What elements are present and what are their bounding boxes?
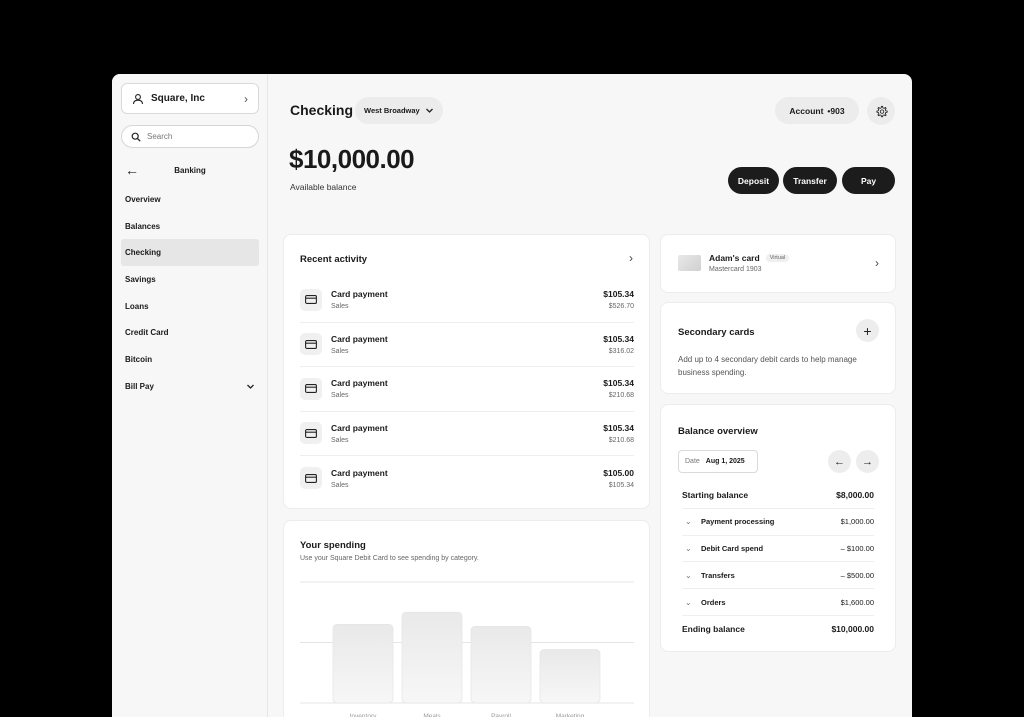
settings-button[interactable] xyxy=(867,97,895,125)
card-icon xyxy=(300,377,322,400)
section-header: ← Banking xyxy=(121,160,259,180)
sidebar-item-credit-card[interactable]: Credit Card xyxy=(121,319,259,346)
location-dropdown[interactable]: West Broadway xyxy=(355,97,443,124)
pay-button[interactable]: Pay xyxy=(842,167,895,194)
secondary-cards-description: Add up to 4 secondary debit cards to hel… xyxy=(678,355,857,377)
transaction-row[interactable]: Card payment Sales $105.34 $210.68 xyxy=(300,367,634,412)
transaction-row[interactable]: Card payment Sales $105.34 $316.02 xyxy=(300,323,634,367)
chart-tick-label: Payroll xyxy=(491,713,511,717)
chevron-right-icon: › xyxy=(875,256,879,270)
account-selector[interactable]: Account •903 xyxy=(775,97,859,124)
chevron-down-icon: ⌄ xyxy=(685,517,692,527)
arrow-right-icon: → xyxy=(862,455,873,468)
spending-card: Your spending Use your Square Debit Card… xyxy=(283,520,650,717)
spending-chart: Inventory Meals Payroll Marketing xyxy=(300,581,634,717)
chevron-down-icon: ⌄ xyxy=(685,597,692,607)
date-value: Aug 1, 2025 xyxy=(705,458,745,465)
chart-tick-label: Marketing xyxy=(556,713,585,717)
chevron-right-icon: › xyxy=(244,91,248,106)
balance-overview-table: Starting balance $8,000.00 ⌄ Payment pro… xyxy=(682,482,874,643)
overview-row-orders[interactable]: ⌄ Orders $1,600.00 xyxy=(682,589,874,616)
sidebar-item-checking[interactable]: Checking xyxy=(121,239,259,267)
transaction-list: Card payment Sales $105.34 $526.70 Card pa… xyxy=(300,278,634,501)
recent-activity-card: Recent activity › Card payment Sales $105… xyxy=(283,234,650,509)
arrow-left-icon: ← xyxy=(834,455,845,468)
transfer-button[interactable]: Transfer xyxy=(783,167,837,194)
card-name: Adam's card xyxy=(709,253,760,263)
secondary-cards-card: Secondary cards + Add up to 4 secondary … xyxy=(660,302,896,394)
transaction-row[interactable]: Card payment Sales $105.00 $105.34 xyxy=(300,456,634,501)
card-icon xyxy=(300,333,322,356)
card-icon xyxy=(300,288,322,311)
plus-icon: + xyxy=(863,322,872,339)
account-number: •903 xyxy=(827,105,845,116)
sidebar-item-loans[interactable]: Loans xyxy=(121,293,259,320)
card-icon xyxy=(300,422,322,445)
card-thumbnail xyxy=(678,255,701,271)
starting-balance-row: Starting balance $8,000.00 xyxy=(682,482,874,509)
chart-bar-meals[interactable] xyxy=(401,611,463,704)
chart-bar-inventory[interactable] xyxy=(332,623,394,704)
overview-row-transfers[interactable]: ⌄ Transfers – $500.00 xyxy=(682,562,874,590)
secondary-cards-title: Secondary cards xyxy=(678,327,755,338)
app-window: Square, Inc › ← Banking Overview Balance… xyxy=(112,74,912,717)
available-balance-label: Available balance xyxy=(290,182,357,192)
sidebar: Square, Inc › ← Banking Overview Balance… xyxy=(112,74,268,717)
spending-title: Your spending xyxy=(300,540,366,551)
chevron-down-icon: ⌄ xyxy=(685,543,692,553)
sidebar-nav: Overview Balances Checking Savings Loans… xyxy=(121,186,259,400)
previous-date-button[interactable]: ← xyxy=(828,450,851,473)
chevron-down-icon: ⌄ xyxy=(685,570,692,580)
balance-overview-card: Balance overview Date Aug 1, 2025 ← → St… xyxy=(660,404,896,652)
sidebar-item-bitcoin[interactable]: Bitcoin xyxy=(121,346,259,373)
search-input[interactable] xyxy=(147,132,247,141)
transaction-row[interactable]: Card payment Sales $105.34 $210.68 xyxy=(300,412,634,456)
sidebar-item-overview[interactable]: Overview xyxy=(121,186,259,213)
overview-row-debit-card-spend[interactable]: ⌄ Debit Card spend – $100.00 xyxy=(682,536,874,563)
chart-tick-label: Inventory xyxy=(350,713,377,717)
balance-overview-title: Balance overview xyxy=(678,426,758,437)
debit-card-row[interactable]: Adam's card Virtual Mastercard 1903 › xyxy=(660,234,896,293)
transaction-row[interactable]: Card payment Sales $105.34 $526.70 xyxy=(300,278,634,323)
card-icon xyxy=(300,467,322,490)
spending-description: Use your Square Debit Card to see spendi… xyxy=(300,555,479,562)
deposit-button[interactable]: Deposit xyxy=(728,167,779,194)
recent-activity-title: Recent activity xyxy=(300,254,368,265)
org-name: Square, Inc xyxy=(151,93,205,104)
location-label: West Broadway xyxy=(364,106,420,115)
date-picker[interactable]: Date Aug 1, 2025 xyxy=(678,450,758,473)
add-card-button[interactable]: + xyxy=(856,319,879,342)
card-network: Mastercard 1903 xyxy=(709,266,762,273)
user-icon xyxy=(132,93,144,104)
available-balance: $10,000.00 xyxy=(289,144,415,174)
chart-tick-label: Meals xyxy=(423,713,441,717)
chevron-down-icon xyxy=(247,384,254,389)
chevron-right-icon[interactable]: › xyxy=(629,251,633,265)
org-switcher[interactable]: Square, Inc › xyxy=(121,83,259,114)
sidebar-item-savings[interactable]: Savings xyxy=(121,266,259,293)
next-date-button[interactable]: → xyxy=(856,450,879,473)
chart-bar-marketing[interactable] xyxy=(539,649,601,704)
chevron-down-icon xyxy=(425,108,433,113)
chart-bar-payroll[interactable] xyxy=(470,625,532,704)
gear-icon xyxy=(875,105,888,117)
search-icon xyxy=(131,132,141,142)
ending-balance-row: Ending balance $10,000.00 xyxy=(682,624,874,635)
sidebar-item-bill-pay[interactable]: Bill Pay xyxy=(121,373,259,400)
status-badge: Virtual xyxy=(765,254,790,262)
back-arrow-icon[interactable]: ← xyxy=(121,162,141,178)
search-box[interactable] xyxy=(121,125,259,148)
section-title: Banking xyxy=(174,165,206,175)
overview-row-payment-processing[interactable]: ⌄ Payment processing $1,000.00 xyxy=(682,509,874,536)
sidebar-item-balances[interactable]: Balances xyxy=(121,213,259,240)
page-title: Checking xyxy=(290,102,354,118)
